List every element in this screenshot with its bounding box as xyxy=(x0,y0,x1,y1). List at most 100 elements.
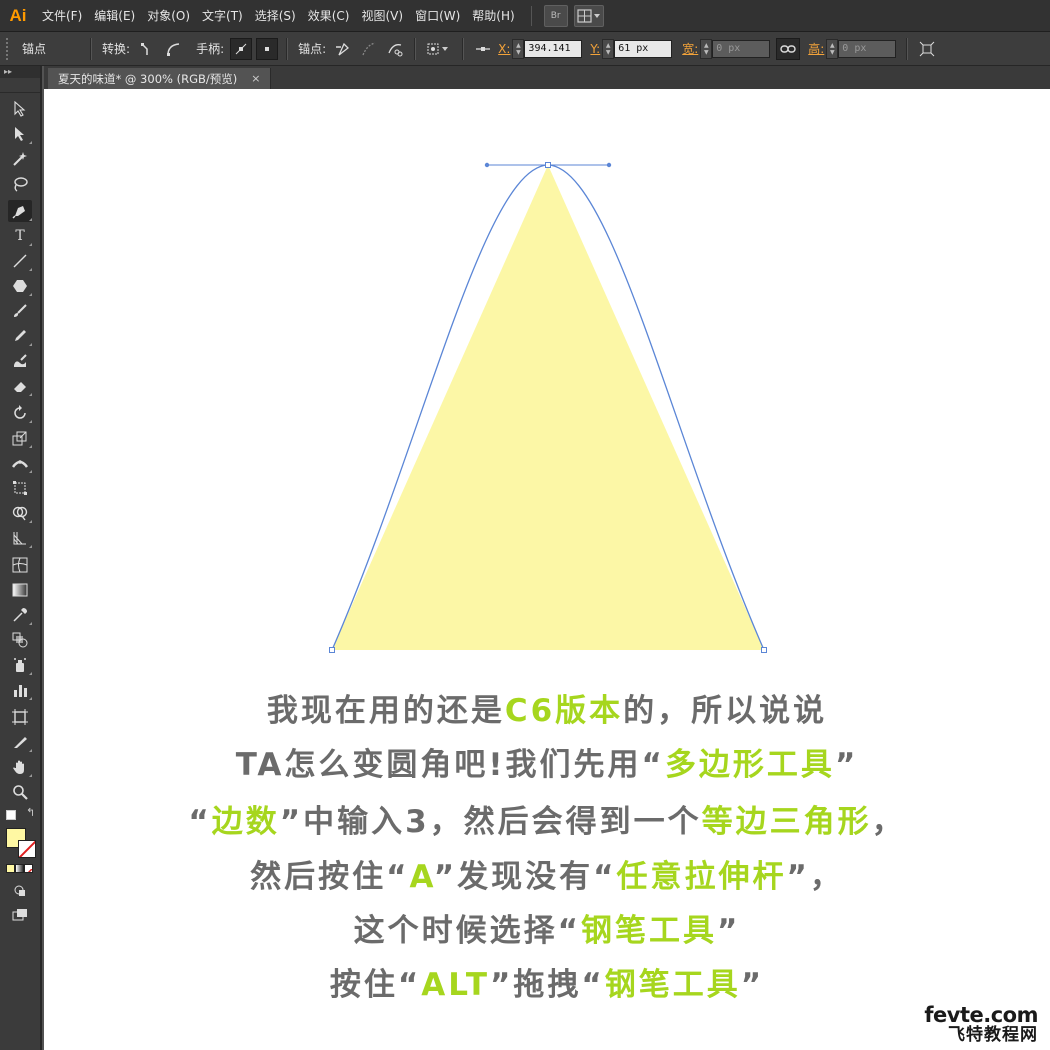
height-stepper[interactable]: ▲ ▼ xyxy=(826,38,839,59)
mesh-tool-icon[interactable] xyxy=(8,554,32,576)
gradient-mode-icon[interactable] xyxy=(15,864,24,873)
slice-tool-icon[interactable] xyxy=(8,731,32,753)
pencil-tool-icon[interactable] xyxy=(8,325,32,347)
gradient-tool-icon[interactable] xyxy=(8,579,32,601)
caption-text: 的，所以说说 xyxy=(623,693,828,729)
column-graph-tool-icon[interactable] xyxy=(8,679,32,701)
type-tool-icon[interactable]: T xyxy=(8,225,32,247)
y-stepper[interactable]: ▲ ▼ xyxy=(602,38,615,59)
height-label: 高: xyxy=(808,42,825,56)
caption-line-1: 我现在用的还是C6版本的，所以说说 xyxy=(44,685,1050,730)
isolate-icon[interactable] xyxy=(424,38,454,60)
menu-separator xyxy=(530,5,532,26)
caption-text: 我现在用的还是 xyxy=(266,693,505,729)
menu-edit[interactable]: 编辑(E) xyxy=(88,7,141,24)
align-anchor-icon[interactable] xyxy=(472,38,494,60)
caption-highlight: 边数 xyxy=(211,804,280,840)
scale-tool-icon[interactable] xyxy=(8,427,32,449)
direct-selection-tool-icon[interactable] xyxy=(8,123,32,145)
none-mode-icon[interactable] xyxy=(24,864,33,873)
x-field[interactable]: 394.141 xyxy=(524,39,583,58)
free-transform-tool-icon[interactable] xyxy=(8,477,32,499)
watermark-name: 飞特教程网 xyxy=(948,1025,1038,1045)
drawing-mode-icon[interactable] xyxy=(8,880,32,902)
eyedropper-tool-icon[interactable] xyxy=(8,604,32,626)
width-stepper[interactable]: ▲ ▼ xyxy=(700,38,713,59)
zoom-tool-icon[interactable] xyxy=(8,781,32,803)
caption-text: ” xyxy=(740,967,765,1003)
caption-text: ” xyxy=(834,747,859,783)
paintbrush-tool-icon[interactable] xyxy=(8,300,32,322)
menu-file[interactable]: 文件(F) xyxy=(36,7,88,24)
width-label: 宽: xyxy=(682,42,699,56)
transform-panel-icon[interactable] xyxy=(916,38,938,60)
symbol-sprayer-tool-icon[interactable] xyxy=(8,654,32,676)
close-tab-icon[interactable]: × xyxy=(251,72,260,85)
line-segment-tool-icon[interactable] xyxy=(8,250,32,272)
menu-type[interactable]: 文字(T) xyxy=(196,7,249,24)
arrange-documents-button[interactable] xyxy=(573,4,604,27)
menu-window[interactable]: 窗口(W) xyxy=(409,7,466,24)
convert-to-corner-icon[interactable] xyxy=(136,38,158,60)
perspective-grid-tool-icon[interactable] xyxy=(8,527,32,549)
selection-tool-icon[interactable] xyxy=(8,98,32,120)
blend-tool-icon[interactable] xyxy=(8,629,32,651)
tools-panel-grip[interactable] xyxy=(0,78,40,93)
artboard-tool-icon[interactable] xyxy=(8,706,32,728)
artboard-canvas[interactable]: 我现在用的还是C6版本的，所以说说 TA怎么变圆角吧!我们先用“多边形工具” “… xyxy=(44,89,1050,1050)
anchor-point-right[interactable] xyxy=(761,647,767,653)
y-field[interactable]: 61 px xyxy=(614,39,673,58)
anchor-point-top[interactable] xyxy=(545,162,551,168)
anchors-label: 锚点: xyxy=(298,42,327,56)
direction-handle-right[interactable] xyxy=(606,162,612,168)
height-field[interactable]: 0 px xyxy=(838,39,897,58)
screen-mode-icon[interactable] xyxy=(8,904,32,926)
lasso-tool-icon[interactable] xyxy=(8,173,32,195)
menu-effect[interactable]: 效果(C) xyxy=(302,7,356,24)
document-tab[interactable]: 夏天的味道* @ 300% (RGB/预览) × xyxy=(48,68,272,89)
x-stepper[interactable]: ▲ ▼ xyxy=(512,38,525,59)
stroke-color-swatch[interactable] xyxy=(18,840,36,858)
menu-view[interactable]: 视图(V) xyxy=(355,7,409,24)
caption-highlight: 多边形工具 xyxy=(664,747,835,783)
bridge-button[interactable]: Br xyxy=(543,4,568,27)
eraser-tool-icon[interactable] xyxy=(8,375,32,397)
caption-text: TA怎么变圆角吧!我们先用“ xyxy=(235,747,665,783)
control-bar: 锚点 转换: 手柄: 锚点: X: ▲ ▼ 394.141 Y: ▲ ▼ 61 px… xyxy=(0,32,1050,66)
show-handles-icon[interactable] xyxy=(230,37,253,60)
anchor-point-left[interactable] xyxy=(329,647,335,653)
caption-text: ”拖拽“ xyxy=(490,967,605,1003)
app-logo: Ai xyxy=(9,5,27,25)
watermark-domain: fevte.com xyxy=(924,1003,1038,1027)
caption-text: 这个时候选择“ xyxy=(353,913,581,949)
menu-select[interactable]: 选择(S) xyxy=(249,7,302,24)
cut-path-icon[interactable] xyxy=(384,38,406,60)
caption-line-4: 然后按住“A”发现没有“任意拉伸杆”， xyxy=(44,851,1050,896)
control-bar-grip[interactable] xyxy=(6,37,14,60)
shape-builder-tool-icon[interactable] xyxy=(8,502,32,524)
width-field[interactable]: 0 px xyxy=(712,39,771,58)
direction-handle-left[interactable] xyxy=(484,162,490,168)
hand-tool-icon[interactable] xyxy=(8,756,32,778)
constrain-proportions-button[interactable] xyxy=(776,37,801,60)
default-colors-icon[interactable] xyxy=(6,810,16,820)
remove-anchor-icon[interactable] xyxy=(332,38,354,60)
menu-help[interactable]: 帮助(H) xyxy=(466,7,520,24)
caption-text: ” xyxy=(717,913,741,949)
magic-wand-tool-icon[interactable] xyxy=(8,148,32,170)
tools-panel-collapse[interactable]: ▸▸ xyxy=(0,66,40,78)
caption-highlight: A xyxy=(409,859,434,895)
polygon-tool-icon[interactable] xyxy=(8,275,32,297)
width-tool-icon[interactable] xyxy=(8,452,32,474)
color-mode-icon[interactable] xyxy=(6,864,15,873)
swap-colors-icon[interactable]: ↰ xyxy=(26,806,35,819)
convert-to-smooth-icon[interactable] xyxy=(162,38,184,60)
menu-bar: Ai 文件(F) 编辑(E) 对象(O) 文字(T) 选择(S) 效果(C) 视… xyxy=(0,0,1050,32)
connect-anchors-icon[interactable] xyxy=(358,38,380,60)
yellow-triangle[interactable] xyxy=(332,165,764,650)
blob-brush-tool-icon[interactable] xyxy=(8,350,32,372)
menu-object[interactable]: 对象(O) xyxy=(141,7,196,24)
rotate-tool-icon[interactable] xyxy=(8,402,32,424)
pen-tool-icon[interactable] xyxy=(8,200,32,222)
hide-handles-icon[interactable] xyxy=(256,37,279,60)
